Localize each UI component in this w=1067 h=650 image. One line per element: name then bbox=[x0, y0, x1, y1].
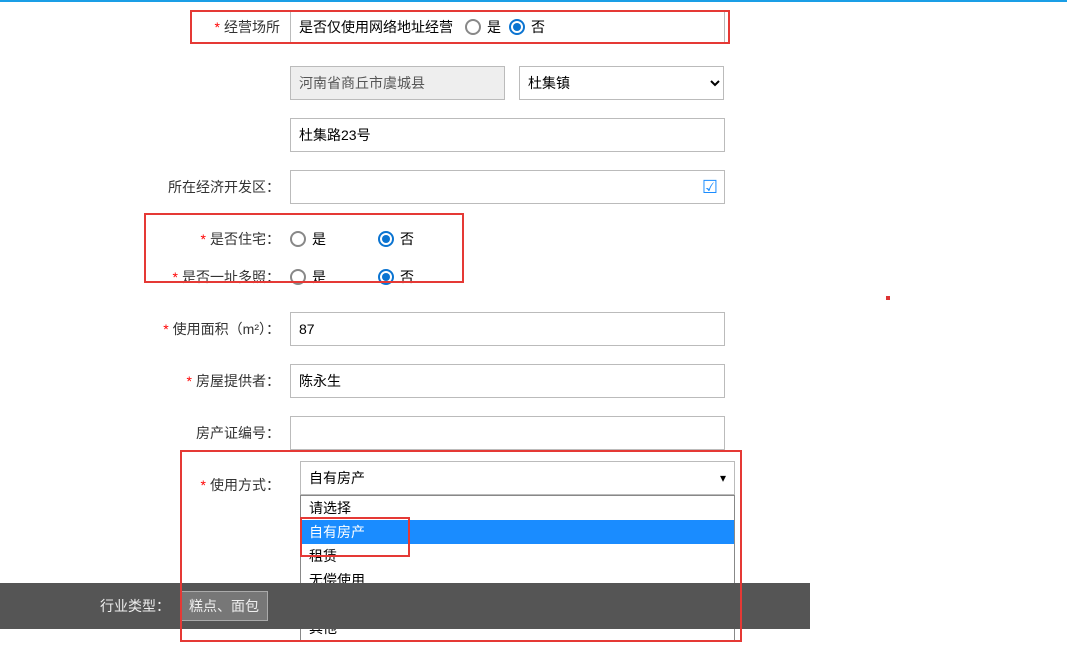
use-mode-selected: 自有房产 bbox=[309, 468, 365, 488]
label-biz-place: 经营场所 bbox=[224, 19, 280, 35]
one-addr-no-radio[interactable]: 否 bbox=[378, 267, 414, 287]
label-industry-type: 行业类型： bbox=[100, 596, 170, 616]
bottom-bar: 行业类型： 糕点、面包 bbox=[0, 583, 810, 629]
required-star: * bbox=[163, 321, 168, 337]
use-mode-option[interactable]: 租赁 bbox=[301, 544, 734, 568]
town-select[interactable]: 杜集镇 bbox=[519, 66, 724, 100]
network-only-group: 是否仅使用网络地址经营 是 否 bbox=[290, 10, 725, 44]
one-addr-yes-radio[interactable]: 是 bbox=[290, 267, 326, 287]
area-input[interactable] bbox=[290, 312, 725, 346]
dev-zone-picker-icon[interactable]: ☑ bbox=[699, 176, 721, 198]
required-star: * bbox=[201, 231, 206, 247]
cert-no-input[interactable] bbox=[290, 416, 725, 450]
residence-no-radio[interactable]: 否 bbox=[378, 229, 414, 249]
label-one-addr-multi: 是否一址多照： bbox=[182, 269, 280, 285]
region-input bbox=[290, 66, 505, 100]
required-star: * bbox=[187, 373, 192, 389]
required-star: * bbox=[215, 19, 220, 35]
label-use-mode: 使用方式： bbox=[210, 477, 280, 493]
red-dot-marker bbox=[886, 296, 890, 300]
dev-zone-input[interactable] bbox=[290, 170, 725, 204]
network-only-no-radio[interactable]: 否 bbox=[509, 17, 545, 37]
industry-type-button[interactable]: 糕点、面包 bbox=[180, 591, 268, 621]
network-only-question: 是否仅使用网络地址经营 bbox=[299, 17, 453, 37]
label-is-residence: 是否住宅： bbox=[210, 231, 280, 247]
network-only-yes-radio[interactable]: 是 bbox=[465, 17, 501, 37]
address-detail-input[interactable] bbox=[290, 118, 725, 152]
use-mode-select[interactable]: 自有房产 ▾ bbox=[300, 461, 735, 495]
required-star: * bbox=[201, 477, 206, 493]
residence-yes-radio[interactable]: 是 bbox=[290, 229, 326, 249]
label-dev-zone: 所在经济开发区： bbox=[168, 179, 280, 195]
label-provider: 房屋提供者： bbox=[196, 373, 280, 389]
chevron-down-icon: ▾ bbox=[720, 471, 726, 485]
use-mode-option-selected[interactable]: 自有房产 bbox=[301, 520, 734, 544]
required-star: * bbox=[173, 269, 178, 285]
provider-input[interactable] bbox=[290, 364, 725, 398]
use-mode-option[interactable]: 请选择 bbox=[301, 496, 734, 520]
label-cert-no: 房产证编号： bbox=[196, 425, 280, 441]
label-area: 使用面积（m²）： bbox=[173, 321, 280, 337]
